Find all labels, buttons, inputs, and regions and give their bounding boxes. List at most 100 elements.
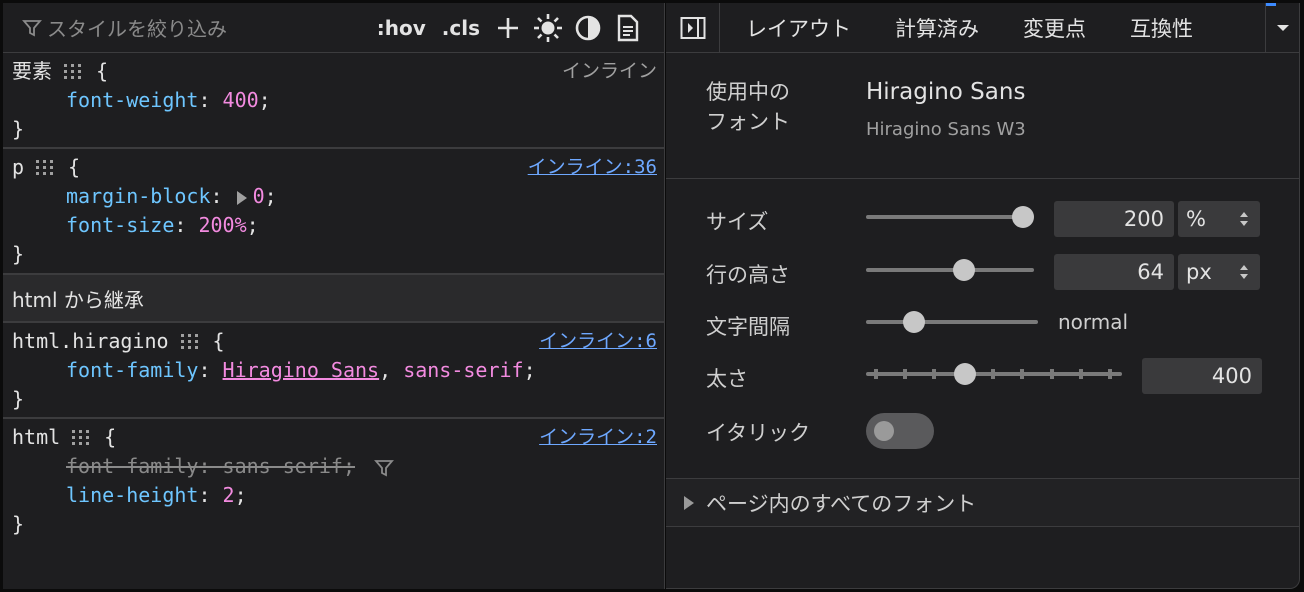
weight-slider-thumb[interactable] [954, 363, 976, 385]
italic-toggle[interactable] [866, 413, 934, 449]
stepper-icon [1240, 265, 1248, 279]
brace-open: { [96, 59, 109, 83]
stepper-icon [1240, 212, 1248, 226]
brace-close: } [12, 387, 25, 411]
contrast-icon[interactable] [568, 8, 608, 48]
sun-icon[interactable] [528, 8, 568, 48]
rule-source-link[interactable]: インライン:6 [539, 327, 657, 356]
weight-label: 太さ [706, 367, 748, 391]
weight-input[interactable]: 400 [1142, 358, 1262, 394]
cls-toggle[interactable]: .cls [434, 16, 488, 40]
property-name[interactable]: margin-block [66, 184, 211, 208]
filter-icon [22, 19, 42, 36]
filter-input[interactable]: スタイルを絞り込み [21, 13, 227, 42]
rule-source: インライン [561, 60, 657, 82]
inherited-header: html から継承 [3, 275, 664, 323]
all-fonts-section[interactable]: ページ内のすべてのフォント [666, 479, 1299, 527]
sidebar-toggle-icon[interactable] [666, 3, 720, 53]
weight-tick [1050, 369, 1054, 379]
document-icon[interactable] [608, 8, 648, 48]
styles-toolbar: スタイルを絞り込み :hov .cls [3, 3, 664, 53]
style-rule-html-hiragino: html.hiragino { インライン:6 font-family: Hir… [3, 323, 664, 419]
declaration-overridden[interactable]: font-family: sans-serif; [12, 452, 664, 481]
grid-icon[interactable] [72, 429, 90, 446]
letter-spacing-value: normal [1058, 310, 1129, 334]
property-name[interactable]: line-height [66, 483, 198, 507]
font-panel: レイアウト 計算済み 変更点 互換性 使用中の フォント Hiragino Sa… [666, 3, 1300, 589]
styles-pane: スタイルを絞り込み :hov .cls 要素 { インライン font-weig… [3, 3, 665, 589]
all-fonts-label: ページ内のすべてのフォント [706, 491, 977, 516]
chevron-down-icon [1276, 25, 1289, 31]
brace-close: } [12, 242, 25, 266]
property-value[interactable]: 0 [253, 184, 265, 208]
property-name[interactable]: font-family [66, 454, 198, 478]
declaration[interactable]: font-weight: 400; [12, 86, 664, 115]
size-unit-select[interactable]: % [1178, 201, 1260, 237]
font-subname: Hiragino Sans W3 [866, 119, 1026, 140]
line-height-label: 行の高さ [706, 263, 790, 287]
declaration[interactable]: font-family: Hiragino Sans, sans-serif; [12, 356, 664, 385]
hov-toggle[interactable]: :hov [369, 16, 434, 40]
brace-open: { [68, 155, 81, 179]
size-slider-thumb[interactable] [1012, 206, 1034, 228]
brace-open: { [104, 425, 117, 449]
rule-selector[interactable]: 要素 [12, 57, 52, 86]
property-value[interactable]: sans-serif [223, 454, 343, 478]
rule-selector[interactable]: html [12, 423, 60, 452]
style-rule-html: html { インライン:2 font-family: sans-serif; … [3, 419, 664, 549]
declaration[interactable]: margin-block: 0; [12, 182, 664, 211]
line-height-slider-thumb[interactable] [953, 259, 975, 281]
grid-icon[interactable] [64, 63, 82, 80]
line-height-unit-select[interactable]: px [1178, 254, 1260, 290]
grid-icon[interactable] [36, 159, 54, 176]
style-rule-p: p { インライン:36 margin-block: 0; font-size:… [3, 149, 664, 275]
rule-selector[interactable]: html.hiragino [12, 327, 169, 356]
font-link[interactable]: Hiragino Sans [223, 358, 380, 382]
property-name[interactable]: font-size [66, 213, 174, 237]
line-height-unit: px [1186, 260, 1212, 284]
font-name: Hiragino Sans [866, 79, 1026, 105]
grid-icon[interactable] [180, 333, 199, 350]
style-rule-element: 要素 { インライン font-weight: 400; } [3, 53, 664, 149]
property-name[interactable]: font-weight [66, 88, 198, 112]
filter-placeholder: スタイルを絞り込み [47, 17, 227, 41]
active-tab-indicator [1266, 3, 1276, 6]
font-properties: サイズ 200 % 行の高さ 64 px 文字間隔 normal 太さ 400 … [666, 179, 1299, 479]
letter-spacing-slider-track[interactable] [866, 320, 1038, 324]
property-value[interactable]: sans-serif [403, 358, 523, 382]
tab-layout[interactable]: レイアウト [720, 3, 873, 53]
declaration[interactable]: line-height: 2; [12, 481, 664, 510]
tab-bar: レイアウト 計算済み 変更点 互換性 [666, 3, 1299, 53]
declaration[interactable]: font-size: 200%; [12, 211, 664, 240]
expand-triangle-icon [684, 495, 694, 510]
expand-arrow-icon[interactable] [236, 190, 247, 205]
size-input[interactable]: 200 [1054, 201, 1174, 237]
letter-spacing-label: 文字間隔 [706, 315, 790, 339]
property-name[interactable]: font-family [66, 358, 198, 382]
property-value[interactable]: 2 [223, 483, 235, 507]
line-height-input[interactable]: 64 [1054, 254, 1174, 290]
letter-spacing-slider-thumb[interactable] [903, 311, 925, 333]
more-tabs-button[interactable] [1265, 3, 1299, 53]
size-slider-track[interactable] [866, 215, 1028, 219]
rule-source-link[interactable]: インライン:2 [539, 423, 657, 452]
weight-tick [1079, 369, 1083, 379]
brace-close: } [12, 512, 25, 536]
tab-changes[interactable]: 変更点 [1001, 3, 1108, 53]
rule-selector[interactable]: p [12, 153, 24, 182]
font-used-label: 使用中の フォント [706, 77, 816, 137]
font-used-label-line1: 使用中の [706, 80, 790, 104]
rule-source-link[interactable]: インライン:36 [528, 153, 657, 182]
weight-tick [903, 369, 907, 379]
tab-computed[interactable]: 計算済み [873, 3, 1001, 53]
size-unit: % [1186, 207, 1206, 231]
line-height-slider-track[interactable] [866, 268, 1034, 272]
weight-tick [1020, 369, 1024, 379]
property-value[interactable]: 200% [198, 213, 246, 237]
filter-icon[interactable] [373, 457, 395, 479]
add-icon[interactable] [488, 8, 528, 48]
tab-compatibility[interactable]: 互換性 [1108, 3, 1215, 53]
font-used-section: 使用中の フォント Hiragino Sans Hiragino Sans W3 [666, 53, 1299, 179]
weight-tick [932, 369, 936, 379]
property-value[interactable]: 400 [223, 88, 259, 112]
